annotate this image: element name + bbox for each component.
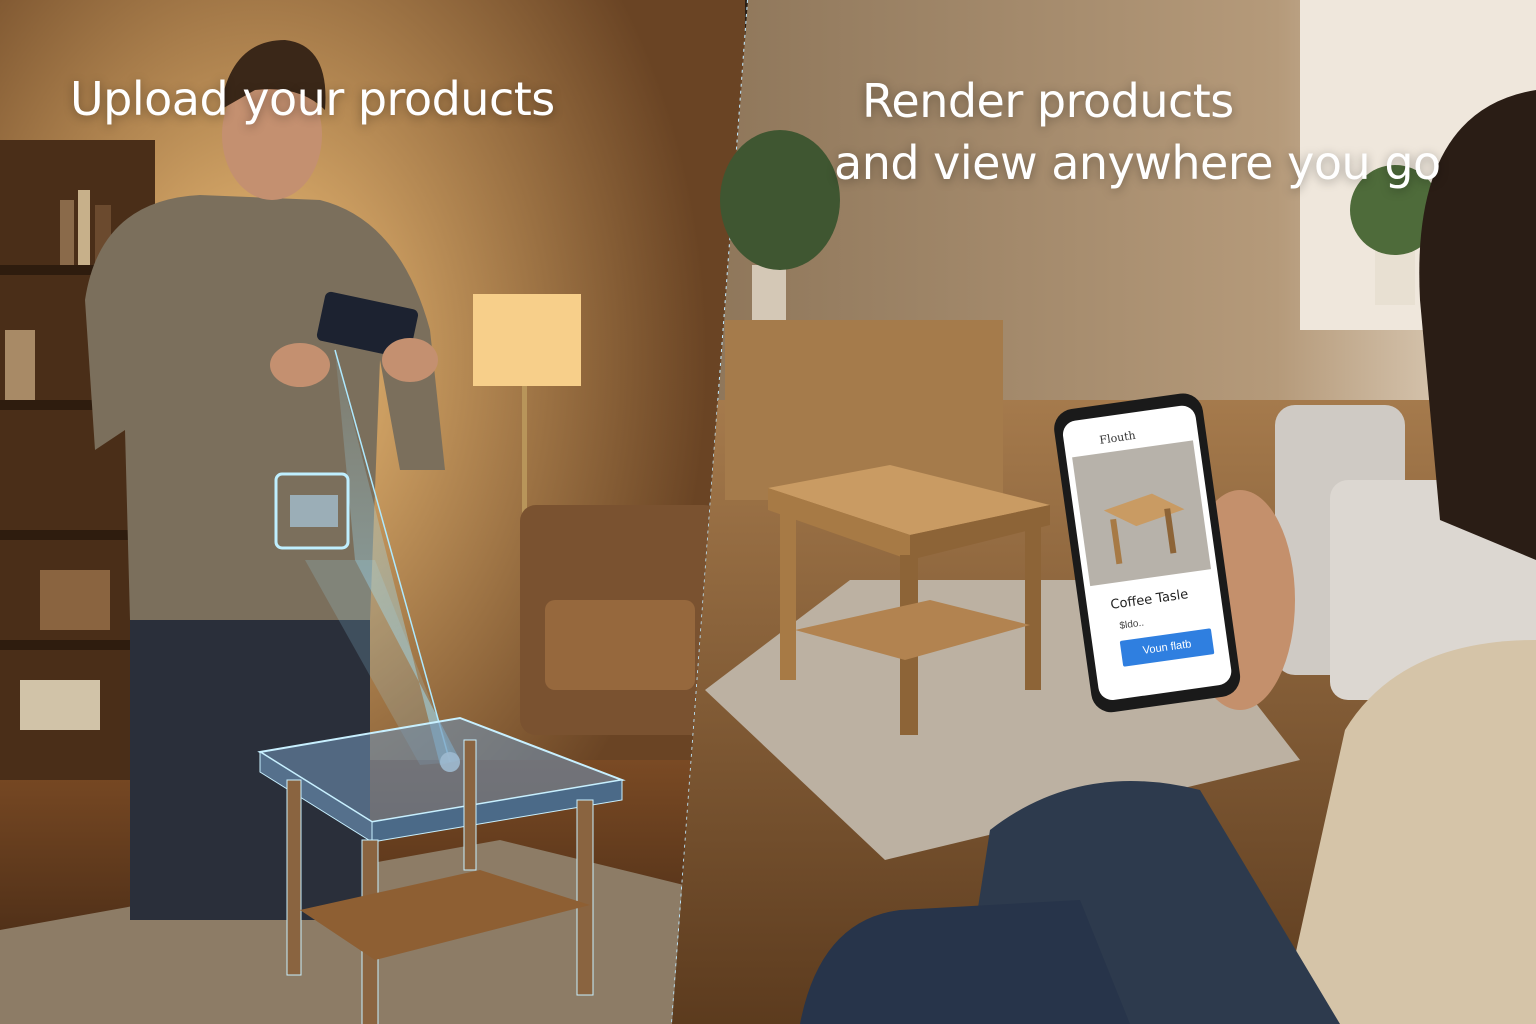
- left-room: [0, 0, 745, 1024]
- left-caption: Upload your products: [70, 72, 555, 126]
- right-caption-line1: Render products: [862, 74, 1234, 128]
- phone-product-name: Coffee Tasle: [1109, 587, 1190, 613]
- right-caption-line2: and view anywhere you go: [834, 136, 1441, 190]
- split-scene: Upload your products Render products and…: [0, 0, 1536, 1024]
- phone-app-title: Flouth: [1098, 428, 1137, 447]
- phone-action-button[interactable]: Voun flatb: [1119, 628, 1215, 667]
- phone-product-price: $ldo..: [1118, 617, 1145, 632]
- armchair-left: [520, 505, 720, 735]
